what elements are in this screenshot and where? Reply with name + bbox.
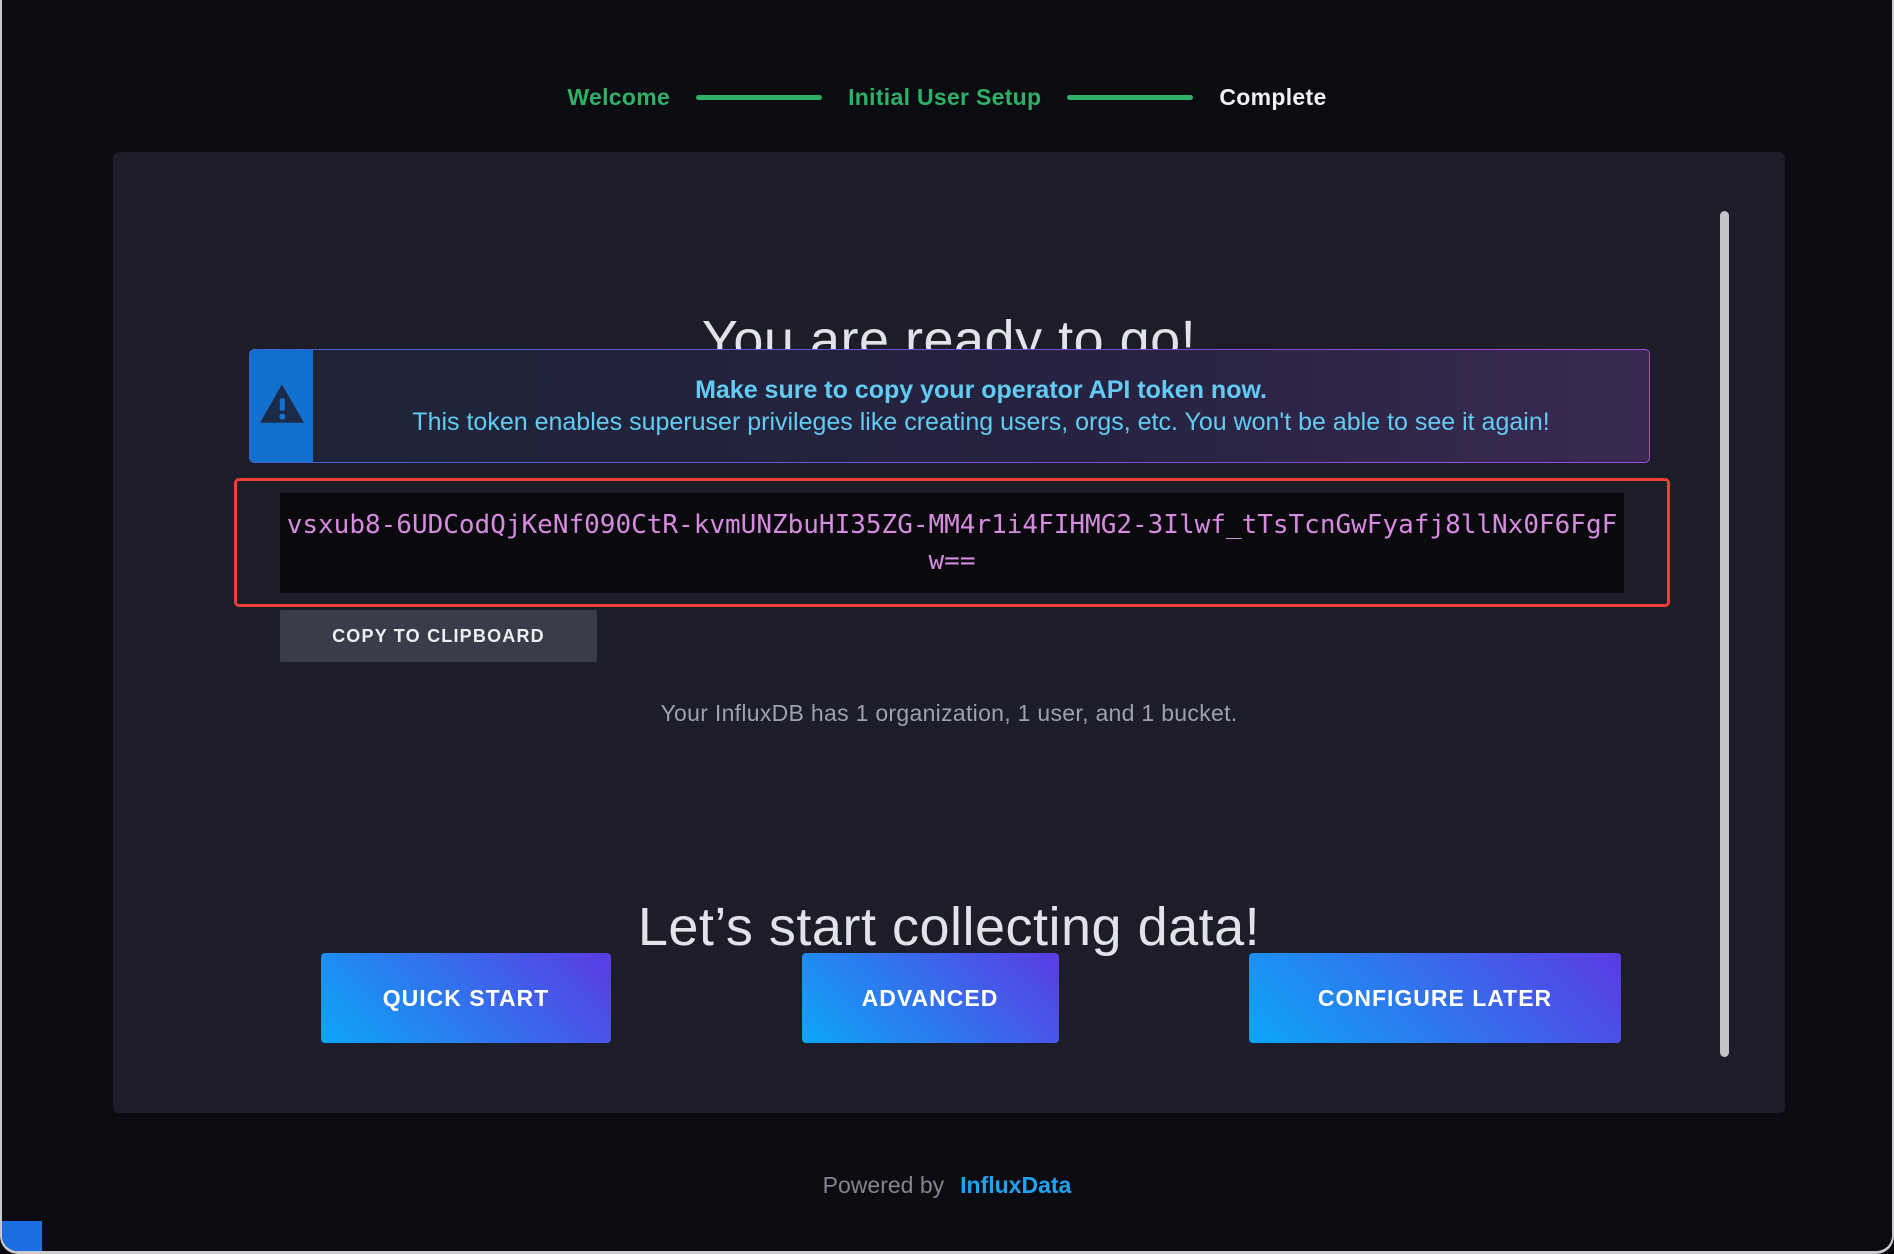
- api-token-value: vsxub8-6UDCodQjKeNf090CtR-kvmUNZbuHI35ZG…: [280, 493, 1624, 593]
- bottom-left-blue-element: [2, 1221, 42, 1251]
- collect-data-title: Let’s start collecting data!: [113, 896, 1785, 958]
- completion-panel: You are ready to go! Make sure to copy y…: [113, 152, 1785, 1113]
- token-warning-banner: Make sure to copy your operator API toke…: [249, 349, 1650, 463]
- powered-by-label: Powered by: [823, 1172, 944, 1199]
- configure-later-button[interactable]: CONFIGURE LATER: [1249, 953, 1621, 1043]
- copy-to-clipboard-button[interactable]: COPY TO CLIPBOARD: [280, 610, 597, 662]
- advanced-button[interactable]: ADVANCED: [802, 953, 1059, 1043]
- warning-icon-box: [250, 350, 313, 462]
- warning-body: This token enables superuser privileges …: [343, 408, 1619, 437]
- footer: Powered by InfluxData: [2, 1172, 1892, 1199]
- setup-summary-text: Your InfluxDB has 1 organization, 1 user…: [113, 700, 1785, 727]
- app-window: Welcome Initial User Setup Complete You …: [0, 0, 1894, 1254]
- stepper-step-initial-user-setup[interactable]: Initial User Setup: [848, 84, 1041, 111]
- stepper-step-welcome[interactable]: Welcome: [567, 84, 670, 111]
- next-step-actions: QUICK START ADVANCED CONFIGURE LATER: [321, 953, 1621, 1043]
- quick-start-button[interactable]: QUICK START: [321, 953, 611, 1043]
- influxdata-link[interactable]: InfluxData: [960, 1172, 1071, 1199]
- warning-title: Make sure to copy your operator API toke…: [343, 376, 1619, 405]
- stepper-connector: [1067, 95, 1193, 100]
- token-highlight-box: vsxub8-6UDCodQjKeNf090CtR-kvmUNZbuHI35ZG…: [234, 478, 1670, 607]
- setup-stepper: Welcome Initial User Setup Complete: [2, 84, 1892, 111]
- stepper-connector: [696, 95, 822, 100]
- stepper-step-complete[interactable]: Complete: [1219, 84, 1326, 111]
- warning-triangle-icon: [258, 380, 306, 433]
- scrollbar-thumb[interactable]: [1720, 211, 1729, 1057]
